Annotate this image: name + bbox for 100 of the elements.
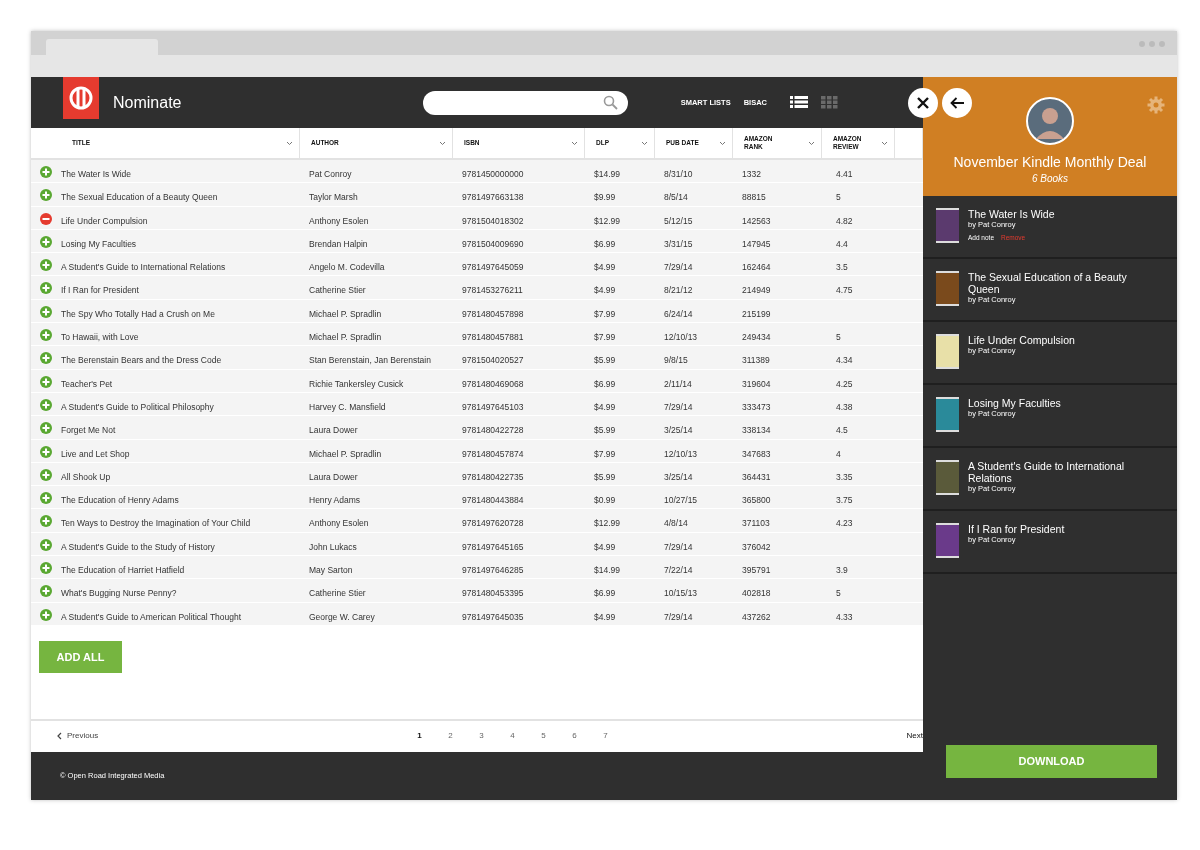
table-cell: Taylor Marsh: [309, 192, 358, 203]
add-icon[interactable]: [40, 562, 52, 575]
close-button[interactable]: [908, 88, 938, 118]
add-icon[interactable]: [40, 538, 52, 551]
table-cell: 9781480443884: [462, 495, 524, 506]
table-cell: $4.99: [594, 541, 616, 552]
table-cell: 4.4: [836, 238, 848, 249]
grid-view-icon[interactable]: [821, 96, 839, 109]
add-icon[interactable]: [40, 585, 52, 598]
table-cell: 402818: [742, 588, 771, 599]
add-icon[interactable]: [40, 398, 52, 411]
back-button[interactable]: [942, 88, 972, 118]
table-cell: 8/31/10: [664, 169, 693, 179]
table-row[interactable]: A Student's Guide to International Relations Angelo M. Codevilla 9781497645059 $4.99 7/29/14 162464 3.5: [31, 253, 923, 277]
add-icon[interactable]: [40, 189, 52, 202]
book-count: 6 Books: [1031, 172, 1069, 186]
table-row[interactable]: Live and Let Shop Michael P. Spradlin 9781480457874 $7.99 12/10/13 347683 4: [31, 439, 923, 463]
table-cell: 364431: [742, 471, 771, 482]
table-cell: 9781480422735: [462, 471, 524, 482]
table-row[interactable]: To Hawaii, with Love Michael P. Spradlin 9781480457881 $7.99 12/10/13 249434 5: [31, 323, 923, 347]
page-link[interactable]: 6: [572, 730, 604, 743]
table-cell: 9781504009690: [462, 238, 524, 249]
previous-link[interactable]: Previous: [57, 730, 99, 743]
add-icon[interactable]: [40, 492, 52, 505]
table-row[interactable]: The Spy Who Totally Had a Crush on Me Michael P. Spradlin 9781480457898 $7.99 6/24/14 215199: [31, 299, 923, 324]
table-cell: 9/8/15: [664, 355, 688, 366]
table-row[interactable]: All Shook Up Laura Dower 9781480422735 $5.99 3/25/14 364431 3.35: [31, 462, 923, 487]
table-cell: 3.5: [836, 262, 848, 273]
table-cell: $5.99: [594, 355, 616, 366]
avatar-icon: [1026, 97, 1074, 145]
table-cell: Forget Me Not: [61, 425, 116, 436]
table-row[interactable]: What's Bugging Nurse Penny? Catherine Stier 9781480453395 $6.99 10/15/13 402818 5: [31, 579, 923, 603]
table-cell: 5: [836, 332, 841, 343]
table-row[interactable]: Losing My Faculties Brendan Halpin 9781504009690 $6.99 3/31/15 147945 4.4: [31, 229, 923, 254]
add-icon[interactable]: [40, 375, 52, 388]
table-cell: 371103: [742, 518, 770, 529]
chevron-down-icon: [571, 140, 578, 146]
table-cell: 4.82: [836, 215, 853, 226]
list-title: November Kindle Monthly Deal: [953, 154, 1147, 171]
page-link[interactable]: 1: [417, 730, 449, 743]
search-icon[interactable]: [603, 95, 619, 110]
table-cell: 162464: [742, 262, 771, 273]
table-row[interactable]: The Berenstain Bears and the Dress Code Stan Berenstain, Jan Berenstain 9781504020527 $5.99 9/8/15 311389 4.34: [31, 346, 923, 370]
add-icon[interactable]: [40, 329, 52, 342]
table-row[interactable]: Ten Ways to Destroy the Imagination of Your Child Anthony Esolen 9781497620728 $12.99 4/8/14 371103 4.23: [31, 509, 923, 533]
table-cell: 88815: [742, 192, 766, 203]
table-cell: 9781480457898: [462, 308, 524, 319]
next-link[interactable]: Next: [906, 730, 923, 743]
add-icon[interactable]: [40, 282, 52, 295]
table-row[interactable]: Forget Me Not Laura Dower 9781480422728 $5.99 3/25/14 338134 4.5: [31, 416, 923, 440]
table-cell: Catherine Stier: [309, 285, 366, 296]
table-cell: Brendan Halpin: [309, 238, 368, 249]
add-icon[interactable]: [40, 259, 52, 272]
add-icon[interactable]: [40, 468, 52, 481]
table-row[interactable]: The Sexual Education of a Beauty Queen Taylor Marsh 9781497663138 $9.99 8/5/14 88815 5: [31, 183, 923, 207]
table-cell: The Berenstain Bears and the Dress Code: [61, 355, 222, 366]
add-icon[interactable]: [40, 305, 52, 318]
table-cell: $4.99: [594, 401, 616, 412]
table-cell: Henry Adams: [309, 495, 361, 506]
add-icon[interactable]: [40, 235, 52, 248]
table-row[interactable]: The Water Is Wide Pat Conroy 9781450000000 $14.99 8/31/10 1332 4.41: [31, 160, 923, 184]
table-cell: 9781504020527: [462, 355, 524, 366]
logo-icon[interactable]: [63, 77, 99, 119]
add-icon[interactable]: [40, 422, 52, 435]
page-link[interactable]: 7: [603, 730, 635, 743]
table-cell: If I Ran for President: [61, 285, 139, 296]
table-row[interactable]: A Student's Guide to the Study of History John Lukacs 9781497645165 $4.99 7/29/14 376042: [31, 532, 923, 557]
table-cell: 4.75: [836, 285, 853, 296]
table-cell: The Water Is Wide: [61, 169, 132, 179]
table-row[interactable]: The Education of Henry Adams Henry Adams 9781480443884 $0.99 10/27/15 365800 3.75: [31, 486, 923, 510]
chevron-down-icon: [439, 140, 446, 146]
table-cell: 10/27/15: [664, 495, 698, 506]
add-icon[interactable]: [40, 608, 52, 621]
remove-icon[interactable]: [40, 212, 52, 225]
table-cell: $7.99: [594, 308, 616, 319]
page-link[interactable]: 3: [479, 730, 511, 743]
page-link[interactable]: 4: [510, 730, 542, 743]
table-row[interactable]: If I Ran for President Catherine Stier 9781453276211 $4.99 8/21/12 214949 4.75: [31, 276, 923, 300]
add-icon[interactable]: [40, 445, 52, 458]
table-row[interactable]: Life Under Compulsion Anthony Esolen 9781504018302 $12.99 5/12/15 142563 4.82: [31, 206, 923, 230]
book-cover: [936, 523, 959, 558]
table-cell: 9781450000000: [462, 169, 524, 179]
table-row[interactable]: The Education of Harriet Hatfield May Sarton 9781497646285 $14.99 7/22/14 395791 3.9: [31, 556, 923, 580]
search-field[interactable]: [423, 90, 629, 115]
table-row[interactable]: A Student's Guide to American Political Thought George W. Carey 9781497645035 $4.99 7/29/14 437262 4.33: [31, 602, 923, 626]
table-cell: 3/25/14: [664, 471, 693, 482]
add-icon[interactable]: [40, 515, 52, 528]
table-row[interactable]: Teacher's Pet Richie Tankersley Cusick 9781480469068 $6.99 2/11/14 319604 4.25: [31, 369, 923, 393]
page-link[interactable]: 2: [448, 730, 480, 743]
table-cell: Angelo M. Codevilla: [309, 262, 385, 273]
table-cell: 249434: [742, 332, 771, 343]
add-icon[interactable]: [40, 166, 52, 178]
table-cell: 319604: [742, 378, 771, 389]
add-icon[interactable]: [40, 352, 52, 365]
table-row[interactable]: A Student's Guide to Political Philosophy Harvey C. Mansfield 9781497645103 $4.99 7/29/14 333473 4.38: [31, 392, 923, 417]
page-link[interactable]: 5: [541, 730, 573, 743]
table-cell: 7/29/14: [664, 401, 693, 412]
table-cell: The Education of Harriet Hatfield: [61, 565, 185, 576]
settings-icon[interactable]: [1147, 96, 1165, 114]
list-view-icon[interactable]: [790, 96, 808, 109]
